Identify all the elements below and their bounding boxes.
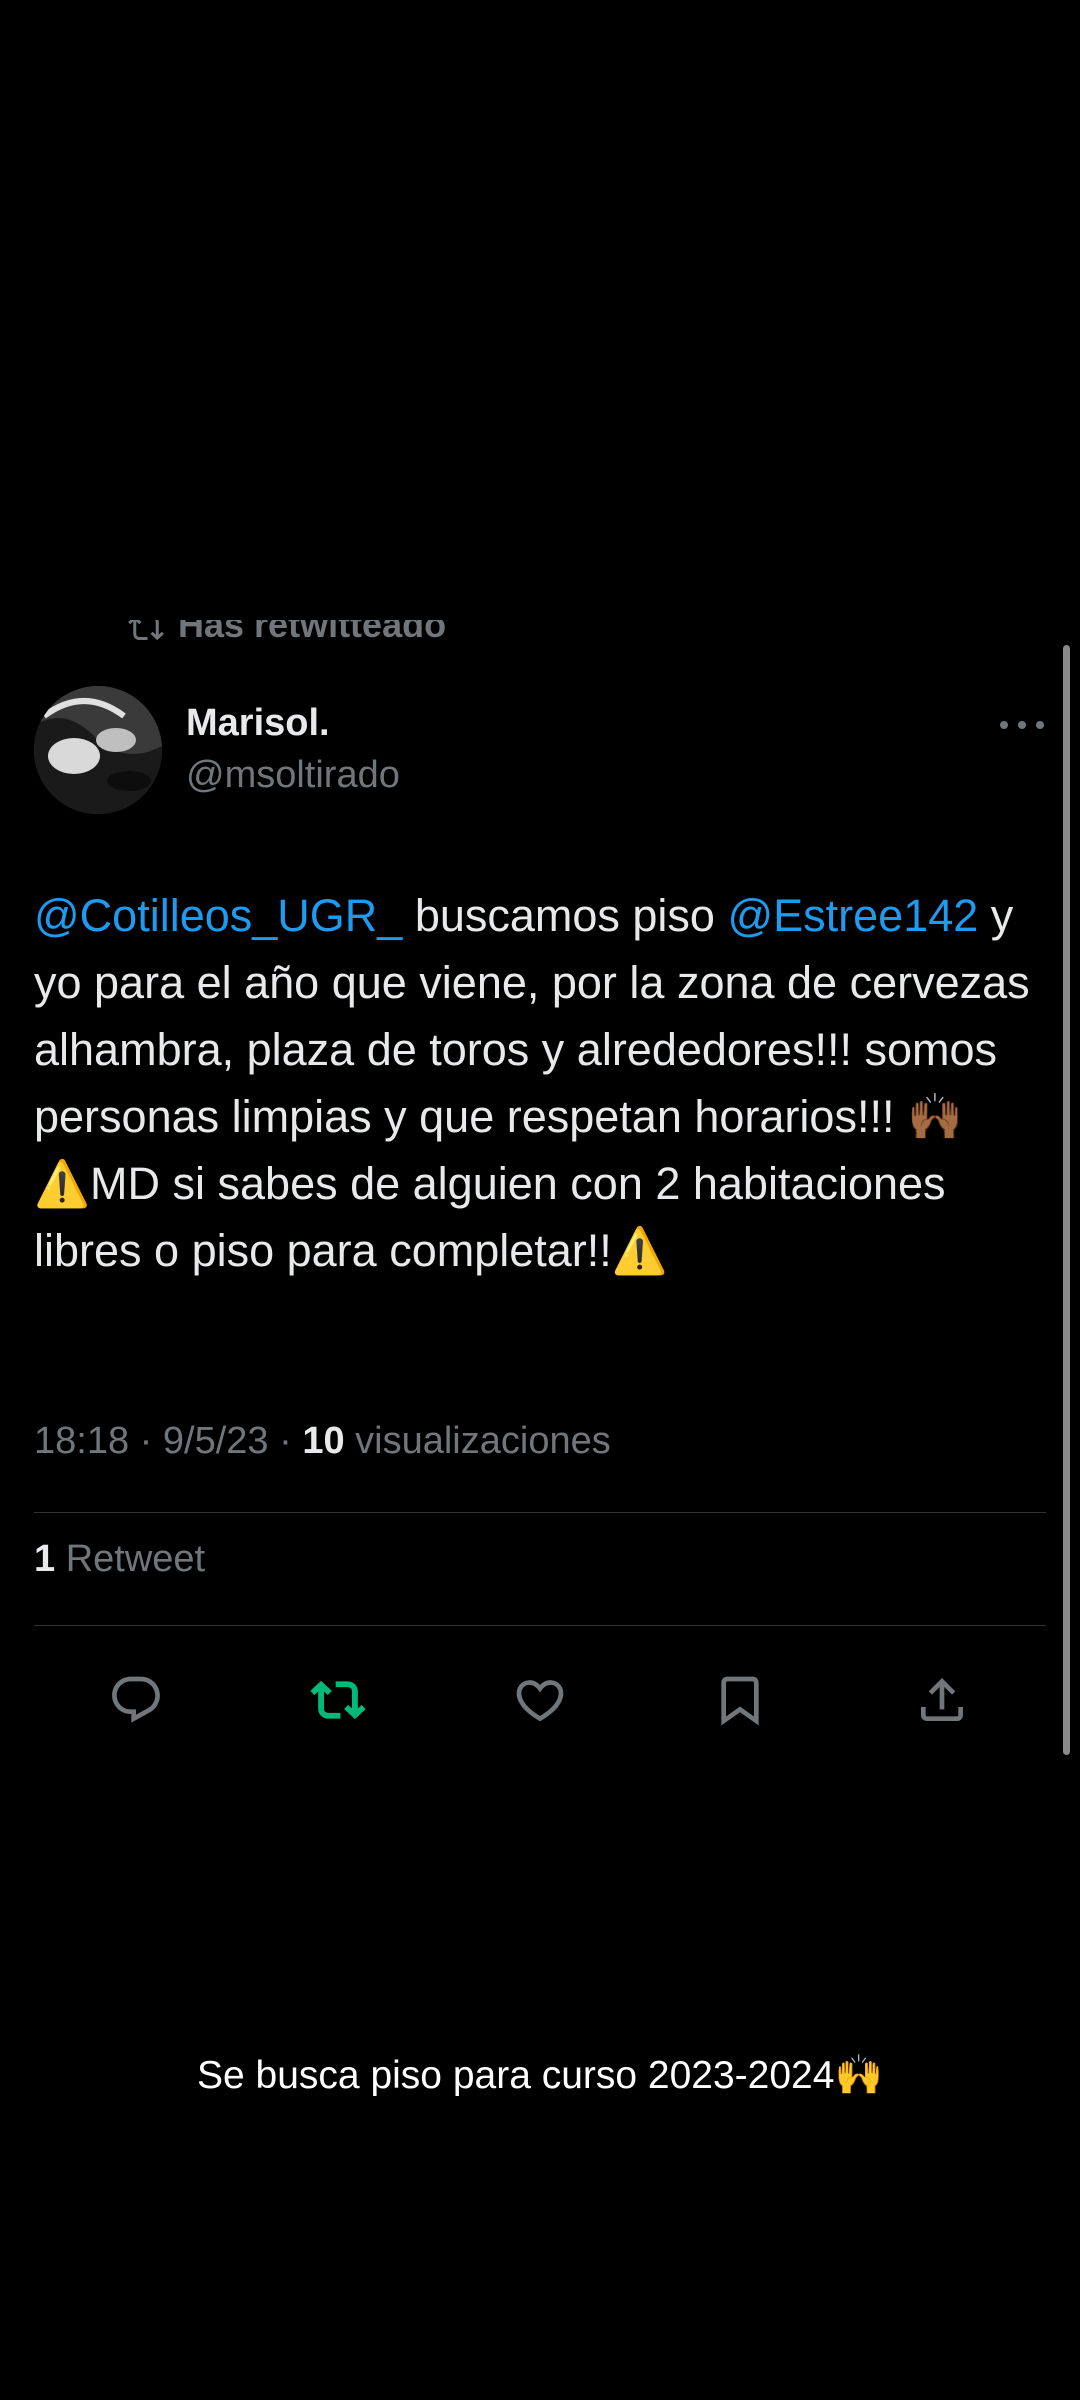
- warning-emoji: ⚠️: [34, 1157, 91, 1210]
- caption-text: Se busca piso para curso 2023-2024: [197, 2054, 835, 2097]
- more-options-icon[interactable]: [1000, 712, 1044, 738]
- tweet-card: Has retwitteado Marisol. @msoltirado @Co…: [0, 620, 1080, 1760]
- tweet-text: @Cotilleos_UGR_ buscamos piso @Estree142…: [34, 882, 1044, 1284]
- divider: [34, 1625, 1046, 1626]
- raised-hands-emoji: 🙌🏾: [906, 1090, 963, 1143]
- avatar-image: [34, 686, 162, 814]
- share-button[interactable]: [902, 1660, 982, 1740]
- warning-emoji: ⚠️: [611, 1224, 668, 1277]
- mention-link[interactable]: @Estree142: [727, 890, 978, 941]
- tweet-meta: 18:18 · 9/5/23 · 10 visualizaciones: [34, 1420, 611, 1463]
- retweeted-indicator: Has retwitteado: [128, 620, 446, 646]
- scrollbar[interactable]: [1063, 645, 1070, 1755]
- tweet-actions: [0, 1660, 1080, 1740]
- author-name[interactable]: Marisol.: [186, 702, 330, 745]
- tweet-time: 18:18: [34, 1420, 130, 1462]
- caption: Se busca piso para curso 2023-2024🙌: [0, 2052, 1080, 2098]
- screen: Has retwitteado Marisol. @msoltirado @Co…: [0, 0, 1080, 2400]
- divider: [34, 1512, 1046, 1513]
- like-button[interactable]: [500, 1660, 580, 1740]
- retweet-button[interactable]: [298, 1660, 378, 1740]
- tweet-text-part: MD si sabes de alguien con 2 habitacione…: [34, 1158, 946, 1276]
- tweet-text-part: buscamos piso: [402, 890, 728, 941]
- author-handle[interactable]: @msoltirado: [186, 754, 400, 797]
- like-icon: [516, 1680, 564, 1722]
- share-icon: [921, 1678, 963, 1721]
- retweet-count: 1: [34, 1538, 56, 1580]
- reply-icon: [112, 1676, 160, 1723]
- separator-dot: ·: [139, 1420, 163, 1462]
- separator-dot: ·: [279, 1420, 303, 1462]
- retweet-stats[interactable]: 1 Retweet: [34, 1538, 205, 1581]
- tweet-date: 9/5/23: [162, 1420, 269, 1462]
- retweet-small-icon: [128, 620, 164, 641]
- bookmark-button[interactable]: [700, 1660, 780, 1740]
- bookmark-icon: [721, 1676, 759, 1726]
- raised-hands-emoji: 🙌: [834, 2053, 883, 2098]
- tweet-author: Marisol. @msoltirado: [34, 686, 1044, 816]
- reply-button[interactable]: [96, 1660, 176, 1740]
- mention-link[interactable]: @Cotilleos_UGR_: [34, 890, 402, 941]
- retweet-label: Retweet: [65, 1538, 206, 1580]
- views-label[interactable]: visualizaciones: [355, 1420, 611, 1462]
- views-count[interactable]: 10: [302, 1420, 344, 1462]
- avatar[interactable]: [34, 686, 162, 814]
- retweeted-label: Has retwitteado: [178, 620, 447, 645]
- retweet-icon: [310, 1680, 366, 1720]
